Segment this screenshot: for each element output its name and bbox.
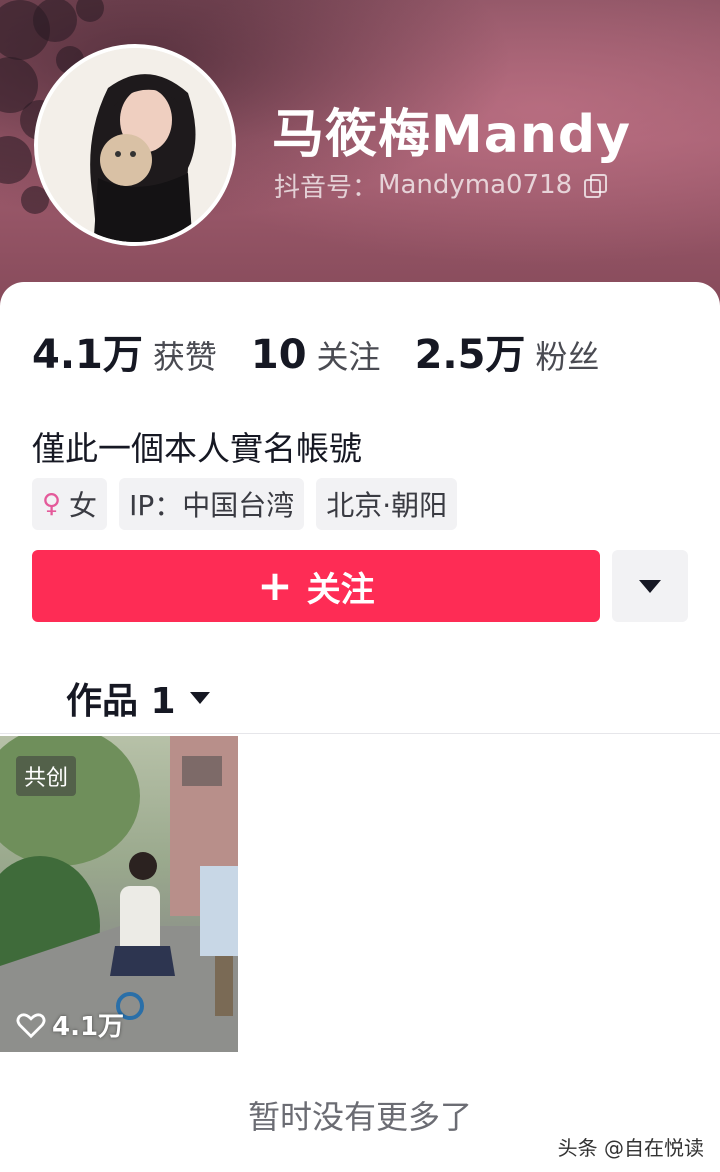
follow-button-label: 关注 xyxy=(306,569,375,610)
copy-icon[interactable] xyxy=(584,174,608,198)
tab-works[interactable]: 作品 1 xyxy=(66,672,210,724)
douyin-id-value: Mandyma0718 xyxy=(378,170,573,200)
profile-name: 马筱梅Mandy xyxy=(272,105,631,165)
co-creation-badge: 共创 xyxy=(16,756,77,796)
likes-label[interactable]: 获赞 xyxy=(153,332,217,378)
profile-stats: 4.1万 获赞 10 关注 2.5万 粉丝 xyxy=(32,322,633,380)
gender-label: 女 xyxy=(69,489,98,522)
more-options-button[interactable] xyxy=(612,550,688,622)
city-tag: 北京·朝阳 xyxy=(316,478,458,530)
profile-avatar[interactable] xyxy=(34,44,236,246)
gender-tag: ♀ 女 xyxy=(32,478,108,530)
tab-divider xyxy=(0,733,720,734)
video-thumbnail[interactable]: 共创 4.1万 xyxy=(0,736,238,1052)
female-icon: ♀ xyxy=(42,489,62,519)
video-likes: 4.1万 xyxy=(16,1006,124,1043)
video-likes-count: 4.1万 xyxy=(52,1012,125,1042)
douyin-id-label: 抖音号： xyxy=(274,172,379,203)
plus-icon: + xyxy=(257,561,293,610)
profile-bio: 僅此一個本人實名帳號 xyxy=(32,429,362,468)
ip-location-tag: IP：中国台湾 xyxy=(119,478,305,530)
following-label[interactable]: 关注 xyxy=(317,332,381,378)
douyin-id-row: 抖音号： Mandyma0718 xyxy=(274,168,608,203)
source-watermark: 头条 @自在悦读 xyxy=(557,1136,704,1160)
tab-works-label: 作品 1 xyxy=(66,681,176,722)
profile-tags: ♀ 女 IP：中国台湾 北京·朝阳 xyxy=(32,478,458,530)
profile-banner: 马筱梅Mandy 抖音号： Mandyma0718 xyxy=(0,0,720,310)
heart-icon xyxy=(16,1012,46,1038)
followers-count[interactable]: 2.5万 xyxy=(415,322,526,380)
followers-label[interactable]: 粉丝 xyxy=(535,332,599,378)
following-count[interactable]: 10 xyxy=(251,332,307,378)
likes-count[interactable]: 4.1万 xyxy=(32,322,143,380)
chevron-down-icon xyxy=(189,692,210,704)
caret-down-icon xyxy=(639,579,661,593)
avatar-portrait-image xyxy=(38,48,232,242)
follow-button[interactable]: + 关注 xyxy=(32,550,600,622)
